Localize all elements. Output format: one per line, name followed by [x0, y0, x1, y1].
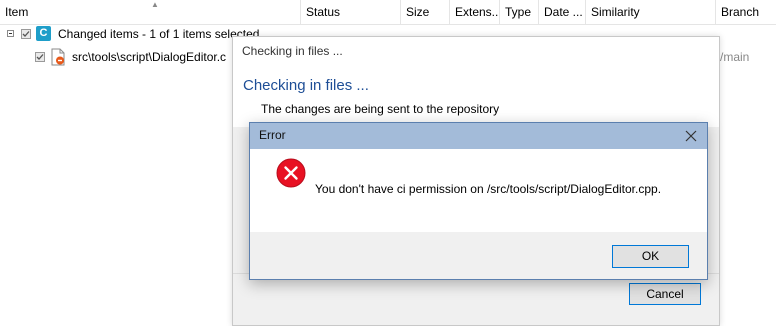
progress-dialog-heading: Checking in files ... [243, 77, 369, 94]
column-header-size[interactable]: Size [401, 0, 450, 24]
column-header-status[interactable]: Status [301, 0, 401, 24]
table-header: Item ▲ Status Size Extens... Type Date .… [0, 0, 776, 25]
cancel-button[interactable]: Cancel [629, 283, 701, 305]
column-header-type[interactable]: Type [500, 0, 539, 24]
error-message: You don't have ci permission on /src/too… [315, 182, 662, 196]
error-icon [276, 158, 306, 188]
progress-dialog-body [233, 67, 719, 127]
column-header-extension[interactable]: Extens... [450, 0, 500, 24]
group-label: Changed items - 1 of 1 items selected [58, 27, 260, 41]
file-branch: /main [720, 50, 750, 64]
file-path: src\tools\script\DialogEditor.c [72, 50, 227, 64]
column-header-date[interactable]: Date ... [539, 0, 586, 24]
progress-dialog-message: The changes are being sent to the reposi… [261, 102, 500, 116]
checked-out-file-icon [51, 48, 65, 66]
column-header-similarity[interactable]: Similarity [586, 0, 716, 24]
close-icon[interactable] [684, 129, 698, 143]
column-header-branch[interactable]: Branch [716, 0, 776, 24]
file-checkbox[interactable] [35, 52, 45, 62]
error-dialog: Error You don't have ci permission on /s… [249, 122, 708, 280]
error-dialog-titlebar[interactable]: Error [250, 123, 707, 149]
sort-ascending-icon: ▲ [151, 0, 159, 9]
collapse-toggle-icon[interactable] [7, 30, 14, 37]
error-dialog-title: Error [259, 128, 286, 142]
ok-button[interactable]: OK [612, 245, 689, 268]
progress-dialog-title: Checking in files ... [233, 37, 719, 67]
changed-items-badge-icon: C [36, 26, 51, 41]
group-checkbox[interactable] [21, 29, 31, 39]
